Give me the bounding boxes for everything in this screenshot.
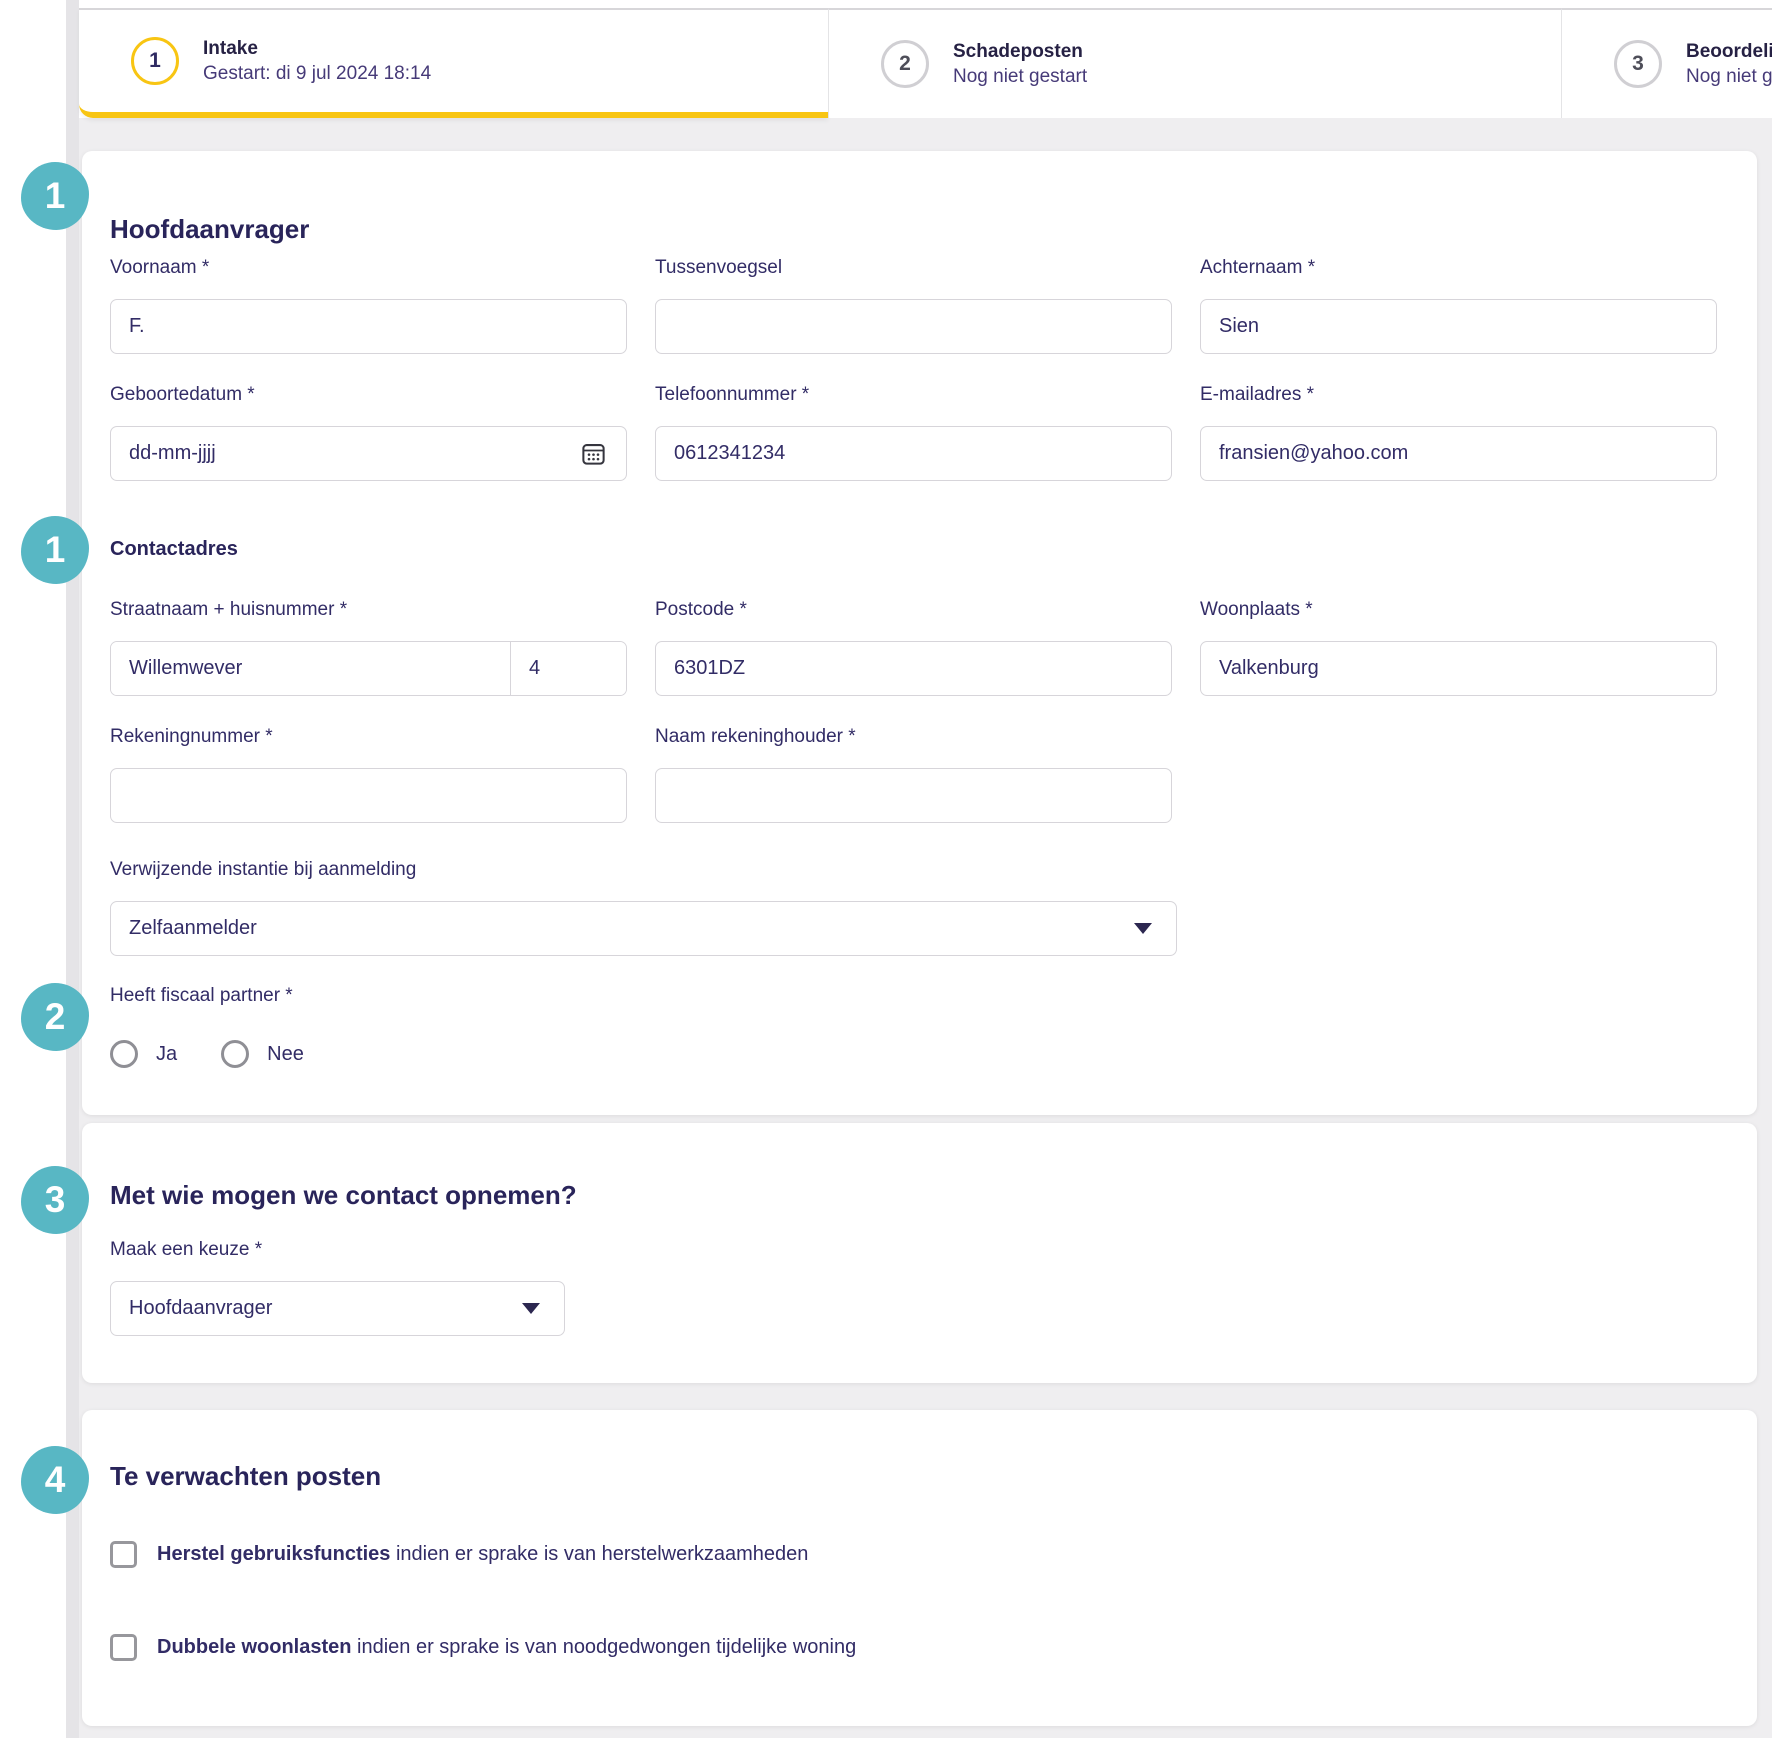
checkbox-label-bold: Herstel gebruiksfuncties [157,1543,390,1565]
checkbox-icon[interactable] [110,1541,137,1568]
field-geboortedatum: Geboortedatum * [110,384,627,481]
geboortedatum-input[interactable] [110,426,627,481]
subsection-title-contactadres: Contactadres [110,537,1738,561]
form-row: Voornaam * Tussenvoegsel Achternaam * [110,257,1738,354]
achternaam-label: Achternaam * [1200,257,1717,279]
step-subtitle: Gestart: di 9 jul 2024 18:14 [203,61,431,86]
field-tussenvoegsel: Tussenvoegsel [655,257,1172,354]
checkbox-row-dubbele-woonlasten[interactable]: Dubbele woonlasten indien er sprake is v… [110,1634,1738,1661]
checkbox-row-herstel-gebruiksfuncties[interactable]: Herstel gebruiksfuncties indien er sprak… [110,1541,1738,1568]
step-subtitle: Nog niet gestart [1686,64,1772,89]
field-straatnaam-huisnummer: Straatnaam + huisnummer * [110,599,627,696]
straatnaam-label: Straatnaam + huisnummer * [110,599,627,621]
emailadres-label: E-mailadres * [1200,384,1717,406]
section-title-posten: Te verwachten posten [110,1410,1738,1492]
checkbox-icon[interactable] [110,1634,137,1661]
step-number: 2 [899,52,911,76]
huisnummer-input[interactable] [511,642,626,695]
checkbox-label-bold: Dubbele woonlasten [157,1636,351,1658]
checkbox-label-rest: indien er sprake is van herstelwerkzaamh… [390,1543,808,1565]
postcode-label: Postcode * [655,599,1172,621]
telefoonnummer-label: Telefoonnummer * [655,384,1172,406]
form-row: Straatnaam + huisnummer * Postcode * Woo… [110,599,1738,696]
field-achternaam: Achternaam * [1200,257,1717,354]
annotation-badge-1: 1 [21,162,89,230]
voornaam-input[interactable] [110,299,627,354]
stepper-step-intake[interactable]: 1 Intake Gestart: di 9 jul 2024 18:14 [79,8,828,118]
fiscaal-partner-label: Heeft fiscaal partner * [110,985,1738,1007]
chevron-down-icon [1134,923,1152,934]
field-emailadres: E-mailadres * [1200,384,1717,481]
straatnaam-huisnummer-combo [110,641,627,696]
verwijzende-instantie-value: Zelfaanmelder [129,917,257,940]
emailadres-input[interactable] [1200,426,1717,481]
radio-label: Ja [156,1043,177,1066]
radio-option-ja[interactable]: Ja [110,1040,177,1068]
stepper: 1 Intake Gestart: di 9 jul 2024 18:14 2 … [79,8,1772,118]
field-rekeningnummer: Rekeningnummer * [110,726,627,823]
step-text: Intake Gestart: di 9 jul 2024 18:14 [203,36,431,86]
tussenvoegsel-input[interactable] [655,299,1172,354]
step-number-circle: 3 [1614,40,1662,88]
rekeningnummer-input[interactable] [110,768,627,823]
field-postcode: Postcode * [655,599,1172,696]
form-row: Geboortedatum * Telefoonnummer * E-maila… [110,384,1738,481]
voornaam-label: Voornaam * [110,257,627,279]
step-title: Schadeposten [953,39,1087,64]
woonplaats-input[interactable] [1200,641,1717,696]
telefoonnummer-input[interactable] [655,426,1172,481]
fiscaal-partner-radio-group: Ja Nee [110,1040,1738,1068]
checkbox-label: Herstel gebruiksfuncties indien er sprak… [157,1543,808,1566]
section-title-hoofdaanvrager: Hoofdaanvrager [110,151,1738,245]
checkbox-label: Dubbele woonlasten indien er sprake is v… [157,1636,856,1659]
field-telefoonnummer: Telefoonnummer * [655,384,1172,481]
step-number-circle: 1 [131,37,179,85]
achternaam-input[interactable] [1200,299,1717,354]
annotation-badge-3: 3 [21,1166,89,1234]
maak-een-keuze-label: Maak een keuze * [110,1239,1738,1261]
checkbox-label-rest: indien er sprake is van noodgedwongen ti… [351,1636,856,1658]
field-naam-rekeninghouder: Naam rekeninghouder * [655,726,1172,823]
naam-rekeninghouder-input[interactable] [655,768,1172,823]
tussenvoegsel-label: Tussenvoegsel [655,257,1172,279]
naam-rekeninghouder-label: Naam rekeninghouder * [655,726,1172,748]
annotation-badge-2: 2 [21,983,89,1051]
stepper-step-schadeposten[interactable]: 2 Schadeposten Nog niet gestart [828,8,1561,118]
field-voornaam: Voornaam * [110,257,627,354]
rekeningnummer-label: Rekeningnummer * [110,726,627,748]
radio-option-nee[interactable]: Nee [221,1040,304,1068]
step-title: Beoordeling [1686,39,1772,64]
section-title-contact: Met wie mogen we contact opnemen? [110,1123,1738,1211]
step-text: Beoordeling Nog niet gestart [1686,39,1772,89]
calendar-icon[interactable] [580,440,607,467]
step-title: Intake [203,36,431,61]
step-subtitle: Nog niet gestart [953,64,1087,89]
step-text: Schadeposten Nog niet gestart [953,39,1087,89]
step-number-circle: 2 [881,40,929,88]
stepper-step-beoordeling[interactable]: 3 Beoordeling Nog niet gestart [1561,8,1772,118]
step-number: 1 [149,49,161,73]
radio-icon[interactable] [221,1040,249,1068]
annotation-badge-4: 4 [21,1446,89,1514]
verwijzende-instantie-select[interactable]: Zelfaanmelder [110,901,1177,956]
contact-keuze-select[interactable]: Hoofdaanvrager [110,1281,565,1336]
chevron-down-icon [522,1303,540,1314]
form-row: Rekeningnummer * Naam rekeninghouder * [110,726,1738,823]
step-number: 3 [1632,52,1644,76]
field-woonplaats: Woonplaats * [1200,599,1717,696]
contact-keuze-value: Hoofdaanvrager [129,1297,272,1320]
woonplaats-label: Woonplaats * [1200,599,1717,621]
card-contact-keuze: Met wie mogen we contact opnemen? Maak e… [82,1123,1757,1383]
card-hoofdaanvrager: Hoofdaanvrager Voornaam * Tussenvoegsel … [82,151,1757,1115]
radio-icon[interactable] [110,1040,138,1068]
geboortedatum-label: Geboortedatum * [110,384,627,406]
verwijzende-instantie-label: Verwijzende instantie bij aanmelding [110,859,1738,881]
postcode-input[interactable] [655,641,1172,696]
card-te-verwachten-posten: Te verwachten posten Herstel gebruiksfun… [82,1410,1757,1726]
annotation-badge-1b: 1 [21,516,89,584]
radio-label: Nee [267,1043,304,1066]
straatnaam-input[interactable] [111,642,511,695]
